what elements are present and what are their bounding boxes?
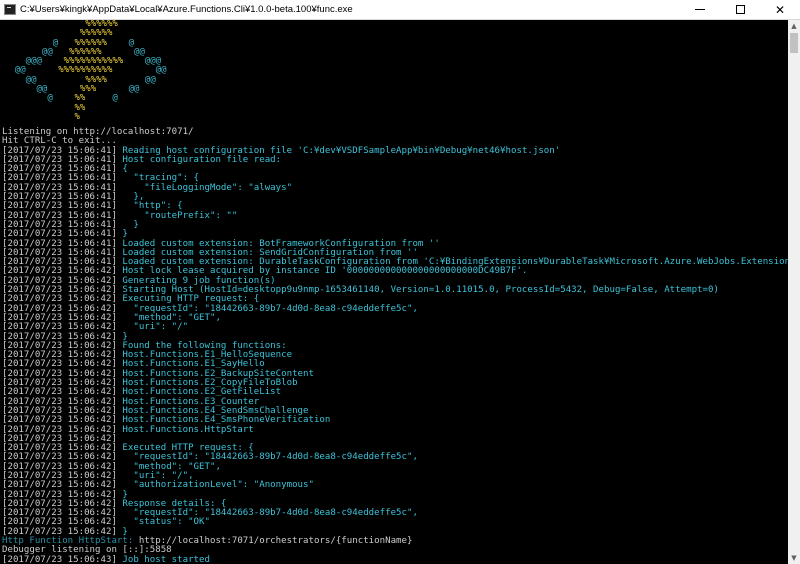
log-line: Listening on http://localhost:7071/ (2, 127, 788, 137)
log-message: Host.Functions.HttpStart (122, 424, 254, 435)
log-timestamp: [2017/07/23 15:06:43] (2, 554, 123, 564)
log-message: "status": "OK" (122, 517, 210, 528)
logo-cyan-part: @ (85, 93, 118, 104)
minimize-button[interactable] (680, 0, 720, 19)
console-log-lines: Listening on http://localhost:7071/Hit C… (2, 127, 788, 564)
close-button[interactable]: ✕ (760, 0, 800, 19)
close-icon: ✕ (774, 2, 786, 17)
minimize-icon (695, 9, 705, 10)
log-message: "fileLoggingMode": "always" (122, 182, 293, 193)
scroll-up-icon[interactable]: ▲ (788, 20, 800, 32)
function-url: http://localhost:7071/orchestrators/{fun… (138, 536, 413, 547)
logo-row: % (4, 111, 167, 122)
log-line: [2017/07/23 15:06:43] Job host started (2, 554, 788, 564)
maximize-icon (735, 5, 745, 14)
log-message: "routePrefix": "" (122, 210, 238, 221)
log-message: "authorizationLevel": "Anonymous" (122, 480, 314, 491)
title-bar[interactable]: C:¥Users¥kingk¥AppData¥Local¥Azure.Funct… (0, 0, 800, 20)
scrollbar-thumb[interactable] (790, 33, 798, 53)
log-message: "uri": "/" (122, 322, 189, 333)
log-message: Job host started (122, 554, 210, 564)
console-window: C:¥Users¥kingk¥AppData¥Local¥Azure.Funct… (0, 0, 800, 564)
logo-yellow-part: % (4, 111, 80, 122)
vertical-scrollbar[interactable]: ▲ ▼ (788, 20, 800, 564)
log-message: Host configuration file read: (122, 154, 282, 165)
window-title: C:¥Users¥kingk¥AppData¥Local¥Azure.Funct… (20, 4, 353, 15)
azure-functions-ascii-logo: %%%%%% %%%%%% @ %%%%%% @ @@ %%%%%% @@ @@… (4, 20, 167, 122)
maximize-button[interactable] (720, 0, 760, 19)
scroll-down-icon[interactable]: ▼ (788, 552, 800, 564)
console-app-icon[interactable] (4, 4, 16, 15)
console-output[interactable]: %%%%%% %%%%%% @ %%%%%% @ @@ %%%%%% @@ @@… (0, 20, 788, 564)
